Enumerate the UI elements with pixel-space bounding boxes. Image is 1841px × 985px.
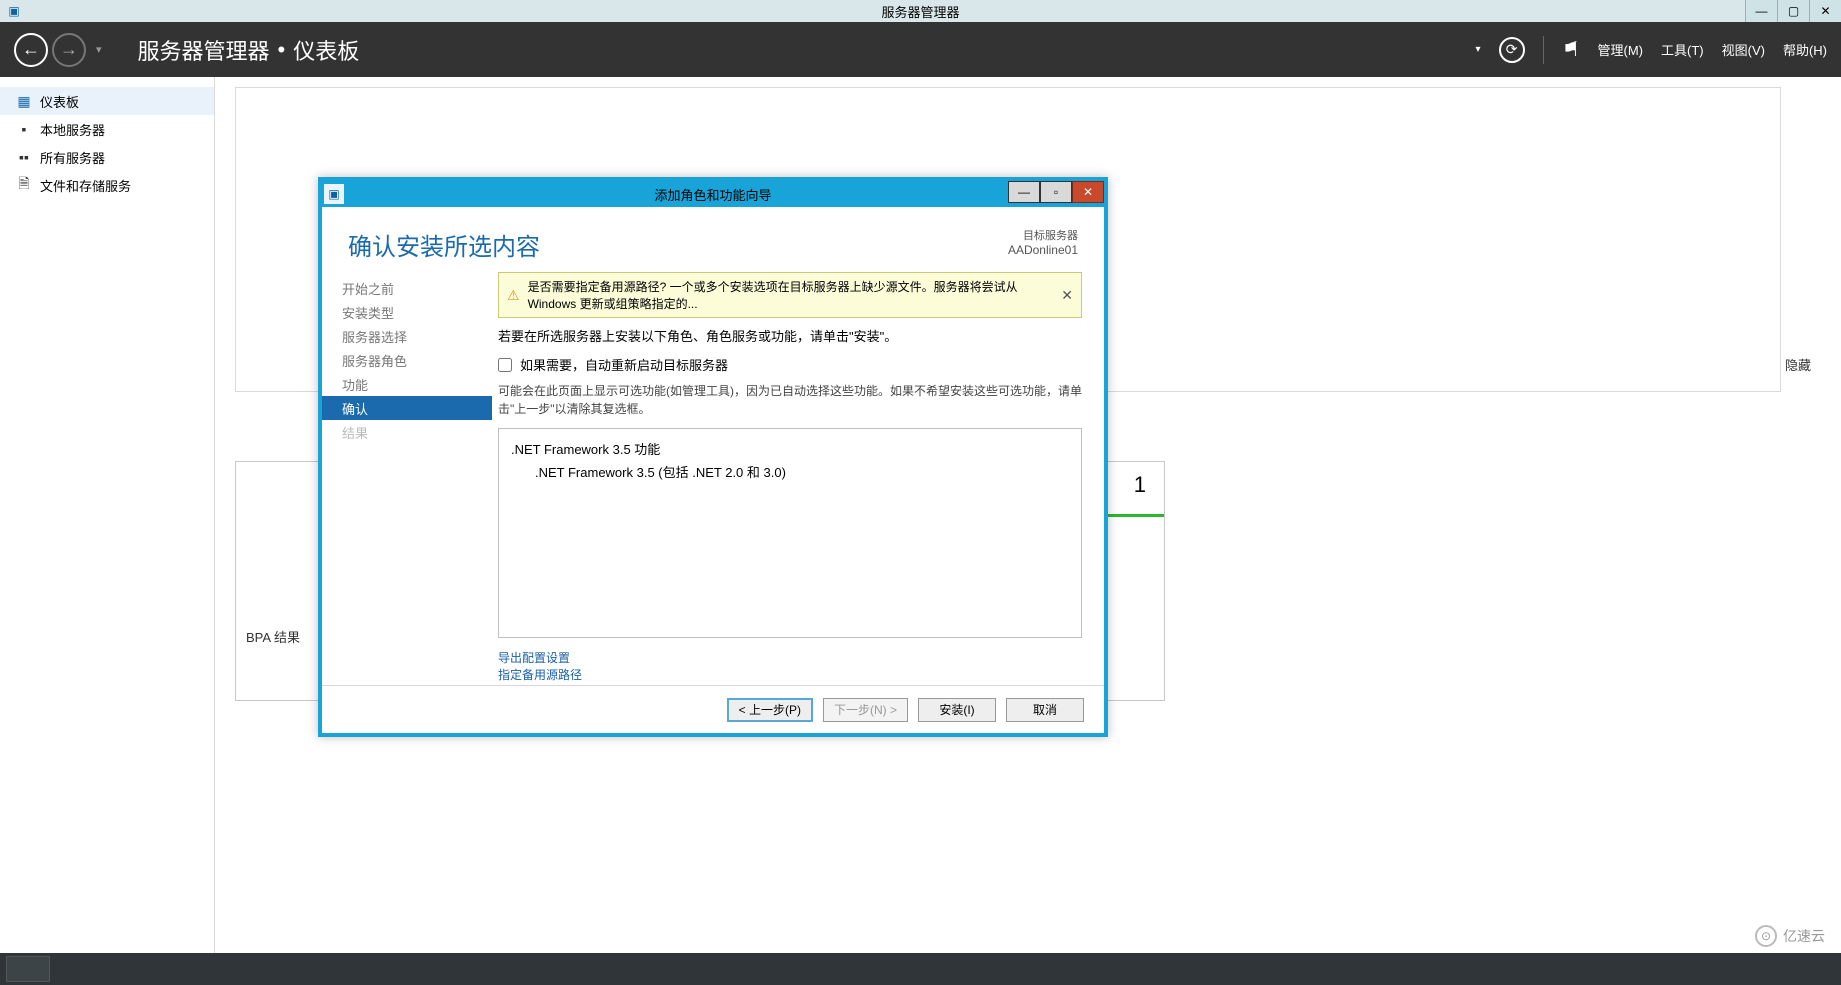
- dropdown-caret-icon[interactable]: ▾: [1476, 44, 1481, 55]
- dialog-links: 导出配置设置 指定备用源路径: [498, 650, 1082, 684]
- dialog-maximize-button[interactable]: ▫: [1040, 181, 1072, 203]
- content: 隐藏 BPA 结果 BPA 结果 1 ▣ 添加角色和功能向导 — ▫ ✕: [215, 77, 1841, 985]
- forward-button[interactable]: →: [52, 33, 86, 67]
- menu-tools[interactable]: 工具(T): [1661, 40, 1704, 59]
- auto-restart-checkbox[interactable]: [498, 358, 512, 372]
- menu-view[interactable]: 视图(V): [1722, 40, 1765, 59]
- dialog-minimize-button[interactable]: —: [1008, 181, 1040, 203]
- warning-icon: ⚠: [507, 287, 520, 304]
- target-label: 目标服务器: [1008, 227, 1078, 243]
- nav-right: ▾ ⟳ ⚑ 管理(M) 工具(T) 视图(V) 帮助(H): [1476, 36, 1827, 64]
- export-config-link[interactable]: 导出配置设置: [498, 650, 1082, 667]
- hide-link[interactable]: 隐藏: [1785, 355, 1811, 374]
- breadcrumb: 服务器管理器 • 仪表板: [138, 34, 360, 66]
- note-text: 可能会在此页面上显示可选功能(如管理工具)，因为已自动选择这些功能。如果不希望安…: [498, 382, 1082, 418]
- step-install-type[interactable]: 安装类型: [322, 300, 492, 324]
- menu-manage[interactable]: 管理(M): [1598, 40, 1644, 59]
- watermark-icon: ⊙: [1755, 925, 1777, 947]
- target-value: AADonline01: [1008, 243, 1078, 257]
- feature-parent: .NET Framework 3.5 功能: [511, 439, 1069, 458]
- dialog-window-controls: — ▫ ✕: [1008, 181, 1104, 203]
- notifications-flag-icon[interactable]: ⚑: [1562, 37, 1580, 62]
- taskbar[interactable]: [0, 953, 1841, 985]
- taskbar-button[interactable]: [6, 956, 50, 982]
- menu-help[interactable]: 帮助(H): [1783, 40, 1827, 59]
- warning-close-icon[interactable]: ✕: [1061, 287, 1073, 304]
- dialog-close-button[interactable]: ✕: [1072, 181, 1104, 203]
- back-button[interactable]: ←: [14, 33, 48, 67]
- step-features[interactable]: 功能: [322, 372, 492, 396]
- auto-restart-checkbox-row[interactable]: 如果需要，自动重新启动目标服务器: [498, 355, 1082, 374]
- dialog-title: 添加角色和功能向导: [654, 185, 771, 204]
- checkbox-label: 如果需要，自动重新启动目标服务器: [520, 355, 728, 374]
- sidebar-item-label: 所有服务器: [40, 148, 105, 167]
- step-results: 结果: [322, 420, 492, 444]
- sidebar-item-label: 仪表板: [40, 92, 79, 111]
- breadcrumb-separator: •: [278, 37, 286, 63]
- instruction-text: 若要在所选服务器上安装以下角色、角色服务或功能，请单击"安装"。: [498, 326, 1082, 345]
- sidebar-item-label: 文件和存储服务: [40, 176, 131, 195]
- next-button: 下一步(N) >: [823, 698, 908, 722]
- maximize-button[interactable]: ▢: [1777, 0, 1809, 22]
- sidebar-item-local-server[interactable]: ▪ 本地服务器: [0, 115, 214, 143]
- storage-icon: 🗎: [16, 173, 32, 197]
- feature-list[interactable]: .NET Framework 3.5 功能 .NET Framework 3.5…: [498, 428, 1082, 638]
- watermark: ⊙ 亿速云: [1755, 925, 1825, 947]
- dialog-header: 确认安装所选内容 目标服务器 AADonline01: [322, 207, 1104, 272]
- step-confirm[interactable]: 确认: [322, 396, 492, 420]
- dialog-split: 开始之前 安装类型 服务器选择 服务器角色 功能 确认 结果 ⚠ 是否需要指定备…: [322, 272, 1104, 680]
- install-button[interactable]: 安装(I): [918, 698, 996, 722]
- sidebar: ▦ 仪表板 ▪ 本地服务器 ▪▪ 所有服务器 🗎 文件和存储服务: [0, 77, 215, 985]
- minimize-button[interactable]: —: [1745, 0, 1777, 22]
- window-title: 服务器管理器: [881, 2, 959, 21]
- sidebar-item-dashboard[interactable]: ▦ 仪表板: [0, 87, 214, 115]
- dialog-heading: 确认安装所选内容: [348, 227, 540, 262]
- sidebar-item-file-storage[interactable]: 🗎 文件和存储服务: [0, 171, 214, 199]
- refresh-icon[interactable]: ⟳: [1499, 37, 1525, 63]
- main: ▦ 仪表板 ▪ 本地服务器 ▪▪ 所有服务器 🗎 文件和存储服务 隐藏 BPA …: [0, 77, 1841, 985]
- watermark-text: 亿速云: [1783, 926, 1825, 946]
- close-button[interactable]: ✕: [1809, 0, 1841, 22]
- app-icon: ▣: [4, 1, 24, 21]
- add-roles-wizard-dialog: ▣ 添加角色和功能向导 — ▫ ✕ 确认安装所选内容 目标服务器 AADonli…: [318, 177, 1108, 737]
- dialog-right-pane: ⚠ 是否需要指定备用源路径? 一个或多个安装选项在目标服务器上缺少源文件。服务器…: [492, 272, 1104, 680]
- sidebar-item-label: 本地服务器: [40, 120, 105, 139]
- step-server-select[interactable]: 服务器选择: [322, 324, 492, 348]
- dialog-footer: < 上一步(P) 下一步(N) > 安装(I) 取消: [322, 685, 1104, 733]
- dialog-app-icon: ▣: [324, 184, 344, 204]
- dialog-target: 目标服务器 AADonline01: [1008, 227, 1078, 257]
- system-title-bar: ▣ 服务器管理器 — ▢ ✕: [0, 0, 1841, 22]
- feature-child: .NET Framework 3.5 (包括 .NET 2.0 和 3.0): [511, 462, 1069, 481]
- warning-text: 是否需要指定备用源路径? 一个或多个安装选项在目标服务器上缺少源文件。服务器将尝…: [528, 278, 1054, 312]
- previous-button[interactable]: < 上一步(P): [727, 698, 813, 722]
- step-server-roles[interactable]: 服务器角色: [322, 348, 492, 372]
- step-before-begin[interactable]: 开始之前: [322, 276, 492, 300]
- window-controls: — ▢ ✕: [1745, 0, 1841, 22]
- warning-bar: ⚠ 是否需要指定备用源路径? 一个或多个安装选项在目标服务器上缺少源文件。服务器…: [498, 272, 1082, 318]
- server-icon: ▪: [16, 121, 32, 137]
- dialog-title-bar[interactable]: ▣ 添加角色和功能向导 — ▫ ✕: [322, 181, 1104, 207]
- wizard-steps: 开始之前 安装类型 服务器选择 服务器角色 功能 确认 结果: [322, 272, 492, 680]
- alternate-source-link[interactable]: 指定备用源路径: [498, 667, 1082, 684]
- breadcrumb-current: 仪表板: [293, 34, 359, 66]
- nav-chevron-icon[interactable]: ▾: [96, 43, 102, 56]
- dashboard-icon: ▦: [16, 93, 32, 110]
- dialog-body: 确认安装所选内容 目标服务器 AADonline01 开始之前 安装类型 服务器…: [322, 207, 1104, 685]
- servers-icon: ▪▪: [16, 149, 32, 165]
- breadcrumb-root[interactable]: 服务器管理器: [138, 34, 270, 66]
- nav-bar: ← → ▾ 服务器管理器 • 仪表板 ▾ ⟳ ⚑ 管理(M) 工具(T) 视图(…: [0, 22, 1841, 77]
- cancel-button[interactable]: 取消: [1006, 698, 1084, 722]
- nav-divider: [1543, 36, 1544, 64]
- sidebar-item-all-servers[interactable]: ▪▪ 所有服务器: [0, 143, 214, 171]
